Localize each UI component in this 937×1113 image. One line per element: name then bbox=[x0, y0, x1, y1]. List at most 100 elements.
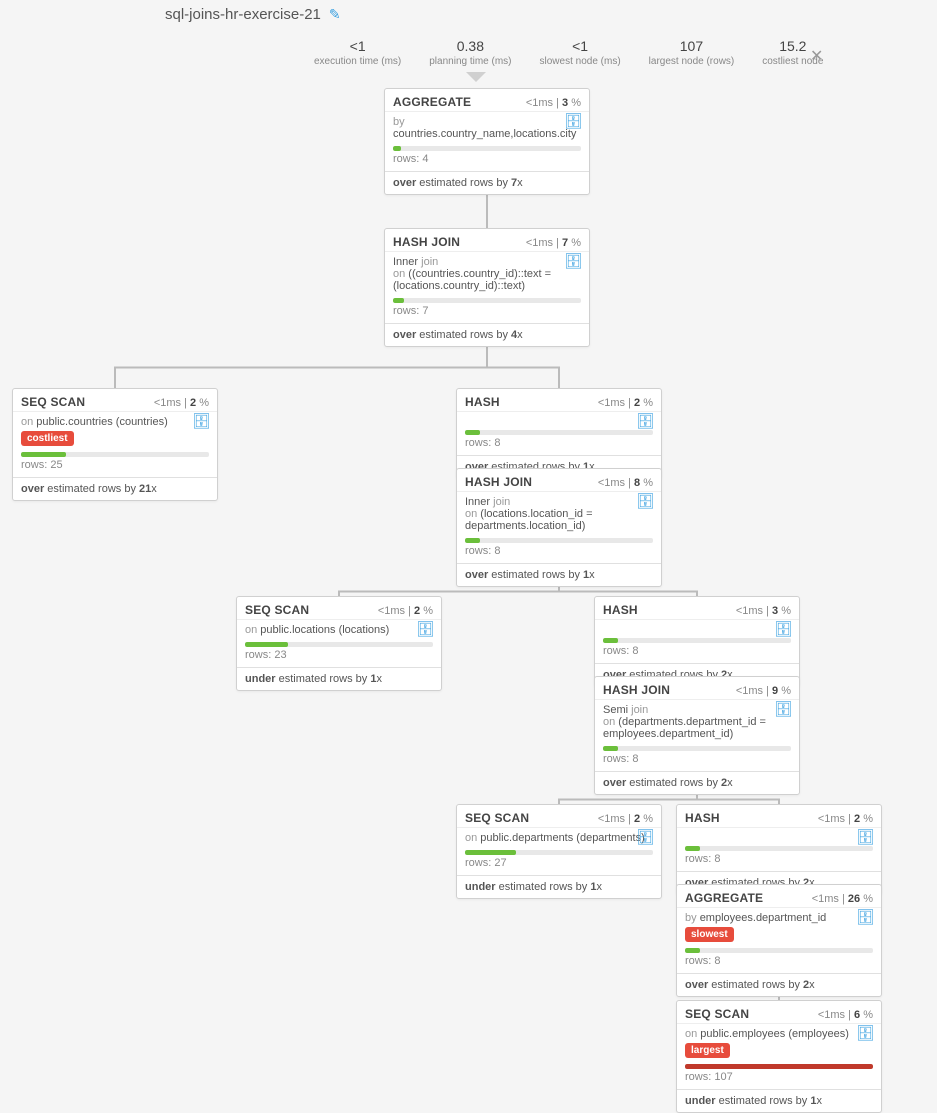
estimate-note: over estimated rows by 21x bbox=[13, 478, 217, 500]
plan-node-n10[interactable]: HASH<1ms | 2 %🗄rows: 8over estimated row… bbox=[676, 804, 882, 895]
plan-node-n5[interactable]: HASH JOIN <1ms | 8 % Inner joinon (locatio… bbox=[456, 468, 662, 587]
database-icon[interactable]: 🗄 bbox=[774, 700, 793, 718]
stat-item: <1 slowest node (ms) bbox=[526, 38, 635, 67]
pointer-caret bbox=[466, 72, 486, 82]
stat-value: 107 bbox=[649, 38, 735, 54]
database-icon[interactable]: 🗄 bbox=[856, 1024, 875, 1042]
plan-node-n1[interactable]: AGGREGATE<1ms | 3 %by countries.country_… bbox=[384, 88, 590, 195]
node-desc: Inner joinon ((countries.country_id)::te… bbox=[385, 252, 589, 296]
node-desc: on public.employees (employees)largest🗄 bbox=[677, 1024, 881, 1062]
node-desc: on public.countries (countries)costliest… bbox=[13, 412, 217, 450]
plan-node-n11[interactable]: AGGREGATE<1ms | 26 %by employees.departm… bbox=[676, 884, 882, 997]
edge bbox=[115, 347, 487, 388]
estimate-note: under estimated rows by 1x bbox=[237, 668, 441, 690]
rows-bar bbox=[237, 640, 441, 647]
node-desc: 🗄 bbox=[457, 412, 661, 428]
plan-node-n4[interactable]: HASH<1ms | 2 %🗄rows: 8over estimated row… bbox=[456, 388, 662, 479]
rows-bar bbox=[457, 428, 661, 435]
database-icon[interactable]: 🗄 bbox=[636, 412, 655, 430]
rows-label: rows: 107 bbox=[677, 1069, 881, 1089]
edge bbox=[487, 347, 559, 388]
node-meta: <1ms | 26 % bbox=[812, 893, 873, 905]
plan-node-n8[interactable]: HASH JOIN<1ms | 9 %Semi joinon (departme… bbox=[594, 676, 800, 795]
node-type: AGGREGATE bbox=[393, 95, 471, 109]
plan-node-n7[interactable]: HASH<1ms | 3 %🗄rows: 8over estimated row… bbox=[594, 596, 800, 687]
plan-node-n2[interactable]: HASH JOIN <1ms | 7 % Inner joinon ((countr… bbox=[384, 228, 590, 347]
node-type: HASH JOIN bbox=[603, 683, 670, 697]
rows-label: rows: 8 bbox=[457, 435, 661, 455]
plan-node-n3[interactable]: SEQ SCAN <1ms | 2 % on public.countries (c… bbox=[12, 388, 218, 501]
node-meta: <1ms | 2 % bbox=[378, 605, 433, 617]
plan-node-n6[interactable]: SEQ SCAN<1ms | 2 %on public.locations (l… bbox=[236, 596, 442, 691]
node-type: SEQ SCAN bbox=[685, 1007, 749, 1021]
edit-icon[interactable]: ✎ bbox=[329, 6, 341, 23]
estimate-note: under estimated rows by 1x bbox=[677, 1090, 881, 1112]
estimate-note: over estimated rows by 4x bbox=[385, 324, 589, 346]
rows-bar bbox=[677, 844, 881, 851]
node-meta: <1ms | 2 % bbox=[598, 397, 653, 409]
node-type: SEQ SCAN bbox=[21, 395, 85, 409]
rows-label: rows: 8 bbox=[595, 751, 799, 771]
database-icon[interactable]: 🗄 bbox=[774, 620, 793, 638]
edge bbox=[559, 795, 697, 804]
node-meta: <1ms | 2 % bbox=[154, 397, 209, 409]
rows-label: rows: 27 bbox=[457, 855, 661, 875]
rows-label: rows: 4 bbox=[385, 151, 589, 171]
edge bbox=[559, 587, 697, 596]
rows-bar bbox=[457, 536, 661, 543]
node-desc: Inner joinon (locations.location_id = de… bbox=[457, 492, 661, 536]
database-icon[interactable]: 🗄 bbox=[856, 908, 875, 926]
node-desc: on public.departments (departments)🗄 bbox=[457, 828, 661, 848]
stat-label: largest node (rows) bbox=[649, 56, 735, 67]
rows-label: rows: 7 bbox=[385, 303, 589, 323]
node-desc: 🗄 bbox=[595, 620, 799, 636]
plan-node-n12[interactable]: SEQ SCAN<1ms | 6 %on public.employees (e… bbox=[676, 1000, 882, 1113]
edge bbox=[697, 795, 779, 804]
rows-bar bbox=[385, 144, 589, 151]
rows-label: rows: 8 bbox=[677, 953, 881, 973]
database-icon[interactable]: 🗄 bbox=[636, 828, 655, 846]
node-desc: 🗄 bbox=[677, 828, 881, 844]
database-icon[interactable]: 🗄 bbox=[416, 620, 435, 638]
stat-item: 107 largest node (rows) bbox=[635, 38, 749, 67]
node-type: AGGREGATE bbox=[685, 891, 763, 905]
close-icon[interactable]: ✕ bbox=[810, 46, 823, 66]
stat-label: execution time (ms) bbox=[314, 56, 401, 67]
node-type: HASH JOIN bbox=[465, 475, 532, 489]
database-icon[interactable]: 🗄 bbox=[636, 492, 655, 510]
node-type: HASH JOIN bbox=[393, 235, 460, 249]
estimate-note: over estimated rows by 2x bbox=[677, 974, 881, 996]
estimate-note: over estimated rows by 2x bbox=[595, 772, 799, 794]
plan-node-n9[interactable]: SEQ SCAN<1ms | 2 %on public.departments … bbox=[456, 804, 662, 899]
stat-label: slowest node (ms) bbox=[540, 56, 621, 67]
node-meta: <1ms | 7 % bbox=[526, 237, 581, 249]
database-icon[interactable]: 🗄 bbox=[564, 112, 583, 130]
estimate-note: over estimated rows by 7x bbox=[385, 172, 589, 194]
node-type: HASH bbox=[465, 395, 500, 409]
node-meta: <1ms | 2 % bbox=[818, 813, 873, 825]
stats-row: <1 execution time (ms) 0.38planning time (… bbox=[300, 38, 837, 67]
node-type: HASH bbox=[603, 603, 638, 617]
stat-value: 0.38 bbox=[429, 38, 511, 54]
database-icon[interactable]: 🗄 bbox=[564, 252, 583, 270]
rows-bar bbox=[595, 636, 799, 643]
node-meta: <1ms | 3 % bbox=[526, 97, 581, 109]
rows-label: rows: 25 bbox=[13, 457, 217, 477]
rows-bar bbox=[595, 744, 799, 751]
rows-bar bbox=[13, 450, 217, 457]
node-type: SEQ SCAN bbox=[465, 811, 529, 825]
rows-label: rows: 8 bbox=[595, 643, 799, 663]
rows-bar bbox=[677, 946, 881, 953]
node-type: SEQ SCAN bbox=[245, 603, 309, 617]
estimate-note: over estimated rows by 1x bbox=[457, 564, 661, 586]
database-icon[interactable]: 🗄 bbox=[192, 412, 211, 430]
rows-label: rows: 8 bbox=[457, 543, 661, 563]
tag-costliest: costliest bbox=[21, 431, 74, 446]
node-meta: <1ms | 8 % bbox=[598, 477, 653, 489]
rows-bar bbox=[677, 1062, 881, 1069]
page-title: sql-joins-hr-exercise-21 ✎ bbox=[165, 6, 341, 23]
tag-slowest: slowest bbox=[685, 927, 734, 942]
stat-value: <1 bbox=[540, 38, 621, 54]
stat-item: 0.38planning time (ms) bbox=[415, 38, 525, 67]
database-icon[interactable]: 🗄 bbox=[856, 828, 875, 846]
